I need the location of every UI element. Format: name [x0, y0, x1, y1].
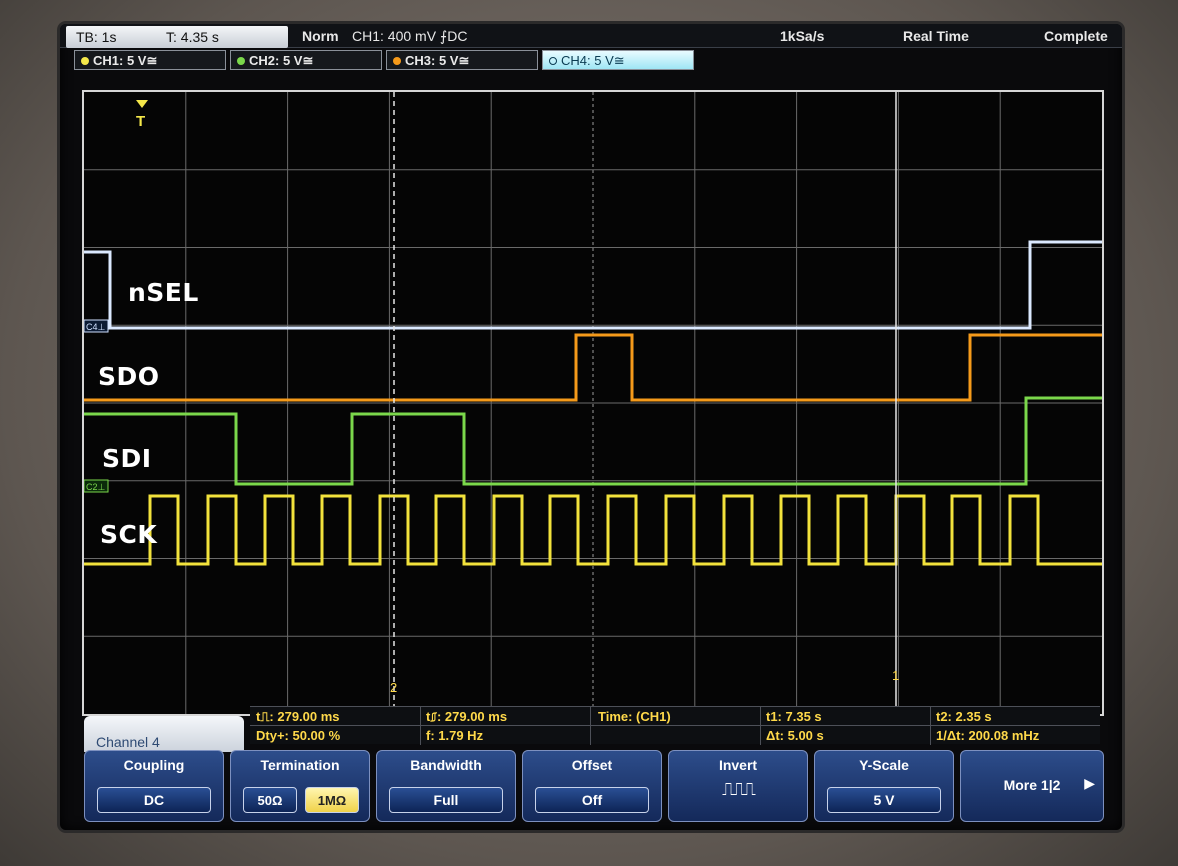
softkey-bar: Coupling DC Termination 50Ω 1MΩ Bandwidt…: [84, 750, 1112, 826]
offset-title: Offset: [571, 757, 613, 773]
trigger-mode[interactable]: Norm: [302, 28, 339, 44]
ch4-label: CH4: 5 V≅: [561, 53, 625, 68]
timebase-value: TB: 1s: [76, 29, 117, 45]
meas-freq: f: 1.79 Hz: [426, 728, 484, 743]
measurement-panel: t⎍: 279.00 ms t⎎: 279.00 ms Time: (CH1) …: [250, 706, 1100, 745]
meas-divider-2: [590, 707, 591, 745]
more-softkey[interactable]: More 1|2 ▶: [960, 750, 1104, 822]
meas-divider-4: [930, 707, 931, 745]
acquisition-status: Complete: [1044, 28, 1108, 44]
meas-time-label: Time: (CH1): [598, 709, 671, 724]
meas-neg-pulse: t⎎: 279.00 ms: [426, 709, 508, 724]
ch1-label: CH1: 5 V≅: [93, 53, 158, 68]
y-scale-value: 5 V: [827, 787, 941, 813]
signal-label-sdi: SDI: [102, 444, 152, 473]
graticule-grid: [84, 92, 1102, 714]
oscilloscope-screen: TB: 1s T: 4.35 s Norm CH1: 400 mV ⨍DC 1k…: [60, 24, 1122, 830]
y-scale-softkey[interactable]: Y-Scale 5 V: [814, 750, 954, 822]
ch4-ground-label: C4⊥: [86, 322, 106, 332]
termination-50ohm[interactable]: 50Ω: [243, 787, 297, 813]
meas-pos-pulse: t⎍: 279.00 ms: [256, 709, 340, 724]
cursor-1-marker: 1: [892, 668, 899, 683]
acquisition-mode: Real Time: [903, 28, 969, 44]
meas-divider-1: [420, 707, 421, 745]
termination-1mohm[interactable]: 1MΩ: [305, 787, 359, 813]
ch2-color-dot: [237, 57, 245, 65]
termination-title: Termination: [260, 757, 340, 773]
offset-softkey[interactable]: Offset Off: [522, 750, 662, 822]
y-scale-title: Y-Scale: [859, 757, 909, 773]
cursor-2-marker: 2: [390, 680, 397, 695]
meas-divider-h: [250, 725, 1100, 726]
meas-delta-t: Δt: 5.00 s: [766, 728, 824, 743]
meas-t2: t2: 2.35 s: [936, 709, 992, 724]
bandwidth-value: Full: [389, 787, 503, 813]
ch1-color-dot: [81, 57, 89, 65]
signal-label-nsel: nSEL: [128, 278, 199, 307]
invert-softkey[interactable]: Invert ⎍⎍⎍: [668, 750, 808, 822]
status-bar: TB: 1s T: 4.35 s Norm CH1: 400 mV ⨍DC 1k…: [60, 24, 1122, 48]
coupling-title: Coupling: [123, 757, 185, 773]
invert-icon: ⎍⎍⎍: [722, 779, 756, 799]
signal-label-sck: SCK: [100, 520, 158, 549]
timebase-box[interactable]: TB: 1s T: 4.35 s: [66, 26, 288, 48]
trigger-position-marker: [136, 100, 148, 108]
sample-rate: 1kSa/s: [780, 28, 825, 44]
channel-tabs: CH1: 5 V≅ CH2: 5 V≅ CH3: 5 V≅ CH4: 5 V≅: [74, 50, 714, 70]
offset-value: Off: [535, 787, 649, 813]
ch4-color-dot: [549, 57, 557, 65]
menu-title: Channel 4: [84, 716, 244, 752]
waveform-svg: 2 1 T C4⊥ C2⊥: [84, 92, 1102, 714]
tab-ch2[interactable]: CH2: 5 V≅: [230, 50, 382, 70]
tab-ch1[interactable]: CH1: 5 V≅: [74, 50, 226, 70]
waveform-display[interactable]: 2 1 T C4⊥ C2⊥ nSEL SDO SDI SCK: [82, 90, 1104, 716]
trigger-time-value: T: 4.35 s: [166, 29, 219, 45]
coupling-value: DC: [97, 787, 211, 813]
ch3-label: CH3: 5 V≅: [405, 53, 470, 68]
meas-t1: t1: 7.35 s: [766, 709, 822, 724]
tab-ch3[interactable]: CH3: 5 V≅: [386, 50, 538, 70]
signal-label-sdo: SDO: [98, 362, 160, 391]
meas-divider-3: [760, 707, 761, 745]
ch3-color-dot: [393, 57, 401, 65]
termination-softkey[interactable]: Termination 50Ω 1MΩ: [230, 750, 370, 822]
chevron-right-icon: ▶: [1084, 775, 1095, 791]
more-title: More 1|2: [1003, 777, 1061, 793]
meas-duty: Dty+: 50.00 %: [256, 728, 341, 743]
bandwidth-softkey[interactable]: Bandwidth Full: [376, 750, 516, 822]
ch2-label: CH2: 5 V≅: [249, 53, 314, 68]
invert-title: Invert: [718, 757, 758, 773]
ch2-ground-label: C2⊥: [86, 482, 106, 492]
trigger-source[interactable]: CH1: 400 mV ⨍DC: [352, 28, 467, 45]
bandwidth-title: Bandwidth: [410, 757, 482, 773]
coupling-softkey[interactable]: Coupling DC: [84, 750, 224, 822]
meas-inv-delta-t: 1/Δt: 200.08 mHz: [936, 728, 1040, 743]
trigger-marker-label: T: [136, 113, 145, 130]
tab-ch4[interactable]: CH4: 5 V≅: [542, 50, 694, 70]
